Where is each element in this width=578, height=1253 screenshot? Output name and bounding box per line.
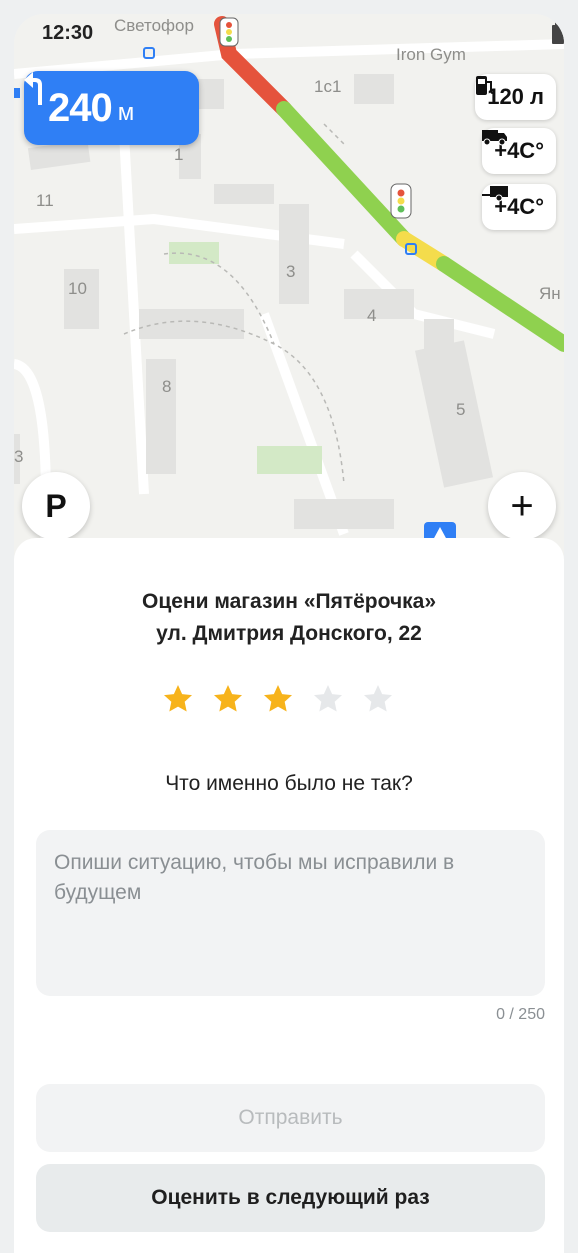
star-icon[interactable] <box>212 683 244 715</box>
maneuver-panel[interactable]: 240 м <box>24 71 199 145</box>
star-rating[interactable] <box>162 683 394 715</box>
rating-title-store: Оцени магазин «Пятёрочка» <box>141 590 437 613</box>
map-label: 8 <box>162 377 171 396</box>
trailer-icon <box>482 186 509 202</box>
map-view[interactable]: Светофор Iron Gym 1с1 1 11 10 3 4 8 5 3 … <box>14 14 564 574</box>
fuel-chip[interactable]: 120 л <box>475 74 556 120</box>
feedback-input[interactable]: Опиши ситуацию, чтобы мы исправили в буд… <box>36 830 545 996</box>
star-icon[interactable] <box>362 683 394 715</box>
star-icon[interactable] <box>262 683 294 715</box>
bus-stop-icon <box>14 88 20 98</box>
map-label: 4 <box>367 306 376 325</box>
map-label: Ян <box>539 284 561 303</box>
map-label: 1 <box>174 145 183 164</box>
maneuver-unit: м <box>117 99 135 126</box>
battery-icon <box>552 22 564 44</box>
fuel-value: 120 л <box>487 84 544 109</box>
send-button[interactable]: Отправить <box>36 1084 545 1152</box>
traffic-light-icon <box>219 17 239 47</box>
rating-sheet: Оцени магазин «Пятёрочка» ул. Дмитрия До… <box>14 538 564 1253</box>
rate-later-button[interactable]: Оценить в следующий раз <box>36 1164 545 1232</box>
question-text: Что именно было не так? <box>165 772 413 795</box>
traffic-light-icon <box>390 183 412 219</box>
fuel-pump-icon <box>476 76 494 95</box>
star-icon[interactable] <box>162 683 194 715</box>
map-label: Светофор <box>114 16 194 35</box>
char-counter: 0 / 250 <box>496 1006 545 1023</box>
map-label: Iron Gym <box>396 45 466 64</box>
map-label: 3 <box>14 447 23 466</box>
trailer-temp-chip[interactable]: +4C° <box>482 184 556 230</box>
route-green-2 <box>436 256 564 352</box>
status-time: 12:30 <box>36 20 100 47</box>
truck-icon <box>482 130 508 146</box>
rating-title-address: ул. Дмитрия Донского, 22 <box>156 622 422 645</box>
parking-button[interactable]: P <box>22 472 90 540</box>
map-label: 11 <box>36 191 54 210</box>
turn-left-icon <box>24 72 42 105</box>
plus-icon: + <box>510 484 534 528</box>
map-label: 1с1 <box>314 77 341 96</box>
truck-temp-chip[interactable]: +4C° <box>482 128 556 174</box>
map-label: 3 <box>286 262 295 281</box>
phone-screen: Светофор Iron Gym 1с1 1 11 10 3 4 8 5 3 … <box>14 14 564 1253</box>
star-icon[interactable] <box>312 683 344 715</box>
map-label: 10 <box>68 279 87 298</box>
parking-icon: P <box>45 487 67 524</box>
maneuver-distance: 240 <box>48 85 113 130</box>
map-label: 5 <box>456 400 465 419</box>
zoom-in-button[interactable]: + <box>488 472 556 540</box>
